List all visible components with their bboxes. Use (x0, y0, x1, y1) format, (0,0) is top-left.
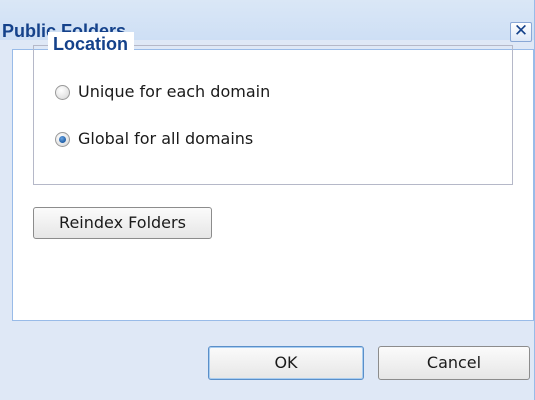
public-folders-dialog: Public Folders ✕ Location Unique for eac… (0, 0, 535, 400)
location-fieldset: Location Unique for each domain Global f… (33, 32, 513, 185)
radio-label-global: Global for all domains (78, 129, 254, 148)
ok-button[interactable]: OK (208, 346, 364, 380)
radio-label-unique: Unique for each domain (78, 82, 271, 101)
radio-button-unchecked[interactable] (55, 84, 70, 100)
radio-button-checked[interactable] (55, 131, 70, 147)
radio-unique-for-each-domain[interactable]: Unique for each domain (55, 80, 270, 104)
location-legend: Location (48, 32, 134, 56)
radio-global-for-all-domains[interactable]: Global for all domains (55, 127, 253, 151)
cancel-button[interactable]: Cancel (378, 346, 530, 380)
reindex-folders-button[interactable]: Reindex Folders (33, 207, 212, 239)
close-button[interactable]: ✕ (510, 22, 532, 42)
close-icon: ✕ (513, 21, 529, 41)
